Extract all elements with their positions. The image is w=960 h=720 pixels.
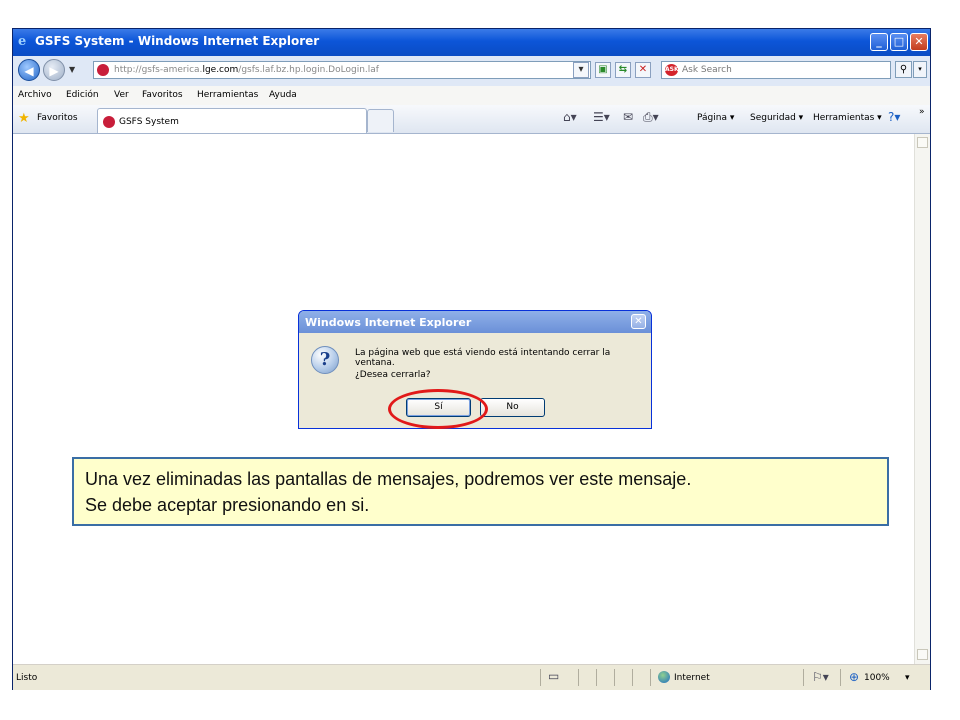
help-icon[interactable]: ?▾	[888, 111, 900, 123]
home-icon[interactable]: ⌂▾	[563, 111, 577, 123]
menu-favoritos[interactable]: Favoritos	[142, 90, 183, 100]
status-bar: Listo ▭ Internet ⚐▾ ⊕ 100% ▾	[13, 664, 930, 690]
tab-label: GSFS System	[119, 117, 179, 127]
favorites-bar: ★ Favoritos GSFS System ⌂▾ ☰▾ ✉ ⎙▾ Págin…	[13, 105, 930, 134]
menu-herramientas[interactable]: Herramientas	[197, 90, 258, 100]
search-button[interactable]: ⚲	[895, 61, 912, 78]
scroll-down-icon[interactable]	[917, 649, 928, 660]
search-options-icon[interactable]: ▾	[913, 61, 927, 78]
tab-gsfs-system[interactable]: GSFS System	[97, 108, 367, 133]
yes-button-highlight	[388, 389, 488, 429]
vertical-scrollbar[interactable]	[914, 134, 930, 664]
dialog-title-bar[interactable]: Windows Internet Explorer ✕	[299, 311, 651, 333]
pop-up-blocker-icon[interactable]: ⚐▾	[812, 671, 829, 683]
dialog-question: ¿Desea cerrarla?	[355, 370, 431, 380]
menu-ver[interactable]: Ver	[114, 90, 129, 100]
no-button[interactable]: No	[480, 398, 545, 417]
status-text: Listo	[16, 673, 38, 683]
question-icon: ?	[311, 346, 339, 374]
address-bar-row: ◀ ▶ ▼ http://gsfs-america.lge.com/gsfs.l…	[13, 56, 930, 87]
refresh-icon[interactable]: ⇆	[615, 62, 631, 78]
menu-bar: Archivo Edición Ver Favoritos Herramient…	[13, 86, 930, 106]
menu-archivo[interactable]: Archivo	[18, 90, 52, 100]
maximize-button[interactable]: □	[890, 33, 908, 51]
address-dropdown-icon[interactable]: ▾	[573, 62, 589, 78]
callout-line-2: Se debe aceptar presionando en si.	[85, 495, 370, 515]
favorites-button[interactable]: Favoritos	[37, 113, 78, 123]
url-domain: lge.com	[202, 65, 239, 75]
zoom-dropdown-icon[interactable]: ▾	[905, 673, 910, 683]
ask-logo-icon: ASK	[665, 64, 679, 76]
new-tab-button[interactable]	[367, 109, 394, 132]
menu-ayuda[interactable]: Ayuda	[269, 90, 297, 100]
forward-button[interactable]: ▶	[43, 59, 65, 81]
menu-edicion[interactable]: Edición	[66, 90, 99, 100]
url-suffix: /gsfs.laf.bz.hp.login.DoLogin.laf	[238, 65, 379, 75]
site-favicon-icon	[97, 64, 109, 76]
zoom-level[interactable]: 100%	[864, 673, 890, 683]
close-window-button[interactable]: ✕	[910, 33, 928, 51]
url-prefix: http://gsfs-america.	[114, 65, 203, 75]
stop-icon[interactable]: ✕	[635, 62, 651, 78]
print-icon[interactable]: ⎙▾	[643, 111, 659, 123]
history-dropdown-icon[interactable]: ▼	[69, 65, 75, 74]
feeds-icon[interactable]: ☰▾	[593, 111, 610, 123]
more-commands-icon[interactable]: »	[919, 107, 925, 117]
zoom-icon[interactable]: ⊕	[849, 671, 859, 683]
security-zone-label[interactable]: Internet	[674, 673, 710, 683]
title-bar[interactable]: e GSFS System - Windows Internet Explore…	[13, 29, 930, 56]
callout-line-1: Una vez eliminadas las pantallas de mens…	[85, 469, 692, 489]
window-title: GSFS System - Windows Internet Explorer	[35, 34, 320, 48]
minimize-button[interactable]: _	[870, 33, 888, 51]
protected-mode-icon: ▭	[548, 669, 560, 683]
search-input[interactable]: ASK Ask Search	[661, 61, 891, 79]
internet-zone-icon	[658, 671, 670, 683]
mail-icon[interactable]: ✉	[623, 111, 633, 123]
ie-logo-icon: e	[18, 34, 27, 49]
compatibility-view-icon[interactable]: ▣	[595, 62, 611, 78]
dialog-title: Windows Internet Explorer	[305, 316, 472, 329]
security-menu[interactable]: Seguridad ▾	[750, 113, 803, 123]
dialog-close-button[interactable]: ✕	[631, 314, 646, 329]
instruction-callout: Una vez eliminadas las pantallas de mens…	[72, 457, 889, 526]
back-button[interactable]: ◀	[18, 59, 40, 81]
page-menu[interactable]: Página ▾	[697, 113, 734, 123]
favorites-star-icon[interactable]: ★	[18, 112, 30, 125]
dialog-message: La página web que está viendo está inten…	[355, 348, 611, 368]
scroll-up-icon[interactable]	[917, 137, 928, 148]
tab-favicon-icon	[103, 116, 115, 128]
address-input[interactable]: http://gsfs-america.lge.com/gsfs.laf.bz.…	[93, 61, 591, 79]
tools-menu[interactable]: Herramientas ▾	[813, 113, 882, 123]
search-placeholder: Ask Search	[682, 65, 732, 75]
